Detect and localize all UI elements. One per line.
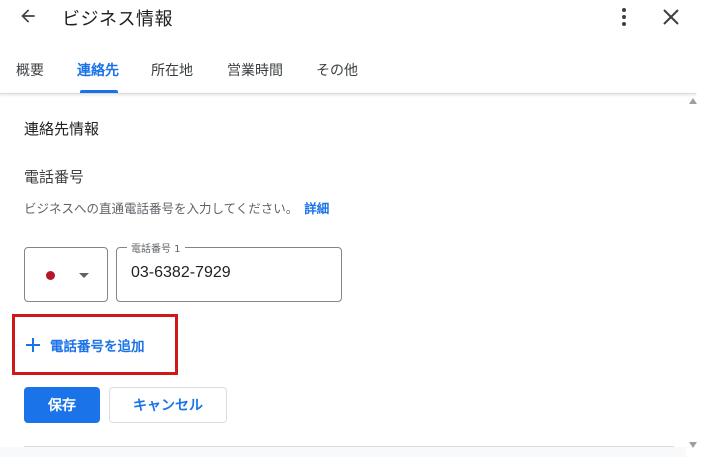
page-title: ビジネス情報 bbox=[62, 9, 173, 30]
add-phone-label: 電話番号を追加 bbox=[50, 339, 145, 355]
section-title: 連絡先情報 bbox=[24, 120, 100, 138]
tab-bar: 概要 連絡先 所在地 営業時間 その他 bbox=[0, 50, 704, 94]
scroll-down-icon[interactable] bbox=[689, 442, 697, 448]
tab-location[interactable]: 所在地 bbox=[151, 60, 193, 80]
phone-number-input[interactable] bbox=[131, 264, 331, 282]
plus-icon bbox=[26, 338, 40, 352]
scrollbar[interactable] bbox=[686, 94, 700, 457]
footer-strip bbox=[0, 447, 686, 457]
header-divider bbox=[0, 93, 696, 94]
description-text: ビジネスへの直通電話番号を入力してください。 bbox=[24, 201, 299, 216]
chevron-down-icon bbox=[79, 273, 89, 278]
phone-field-title: 電話番号 bbox=[24, 168, 85, 186]
scroll-up-icon[interactable] bbox=[689, 98, 697, 104]
tab-contact[interactable]: 連絡先 bbox=[77, 60, 119, 80]
add-phone-button[interactable]: 電話番号を追加 bbox=[26, 335, 145, 355]
details-link[interactable]: 詳細 bbox=[304, 201, 329, 216]
phone-field-label: 電話番号 1 bbox=[127, 240, 185, 255]
japan-flag-icon bbox=[46, 271, 55, 280]
arrow-left-icon[interactable] bbox=[18, 6, 38, 26]
tab-more[interactable]: その他 bbox=[316, 60, 358, 80]
more-vert-icon[interactable] bbox=[616, 6, 632, 28]
cancel-button[interactable]: キャンセル bbox=[109, 387, 227, 423]
country-code-select[interactable] bbox=[24, 247, 108, 302]
phone-field-description: ビジネスへの直通電話番号を入力してください。 詳細 bbox=[24, 198, 329, 217]
dialog-header: ビジネス情報 bbox=[0, 0, 704, 36]
save-button[interactable]: 保存 bbox=[24, 387, 100, 423]
phone-number-field: 電話番号 1 bbox=[116, 240, 342, 302]
close-icon[interactable] bbox=[662, 8, 680, 26]
tab-overview[interactable]: 概要 bbox=[16, 60, 44, 80]
tab-hours[interactable]: 営業時間 bbox=[227, 60, 283, 80]
